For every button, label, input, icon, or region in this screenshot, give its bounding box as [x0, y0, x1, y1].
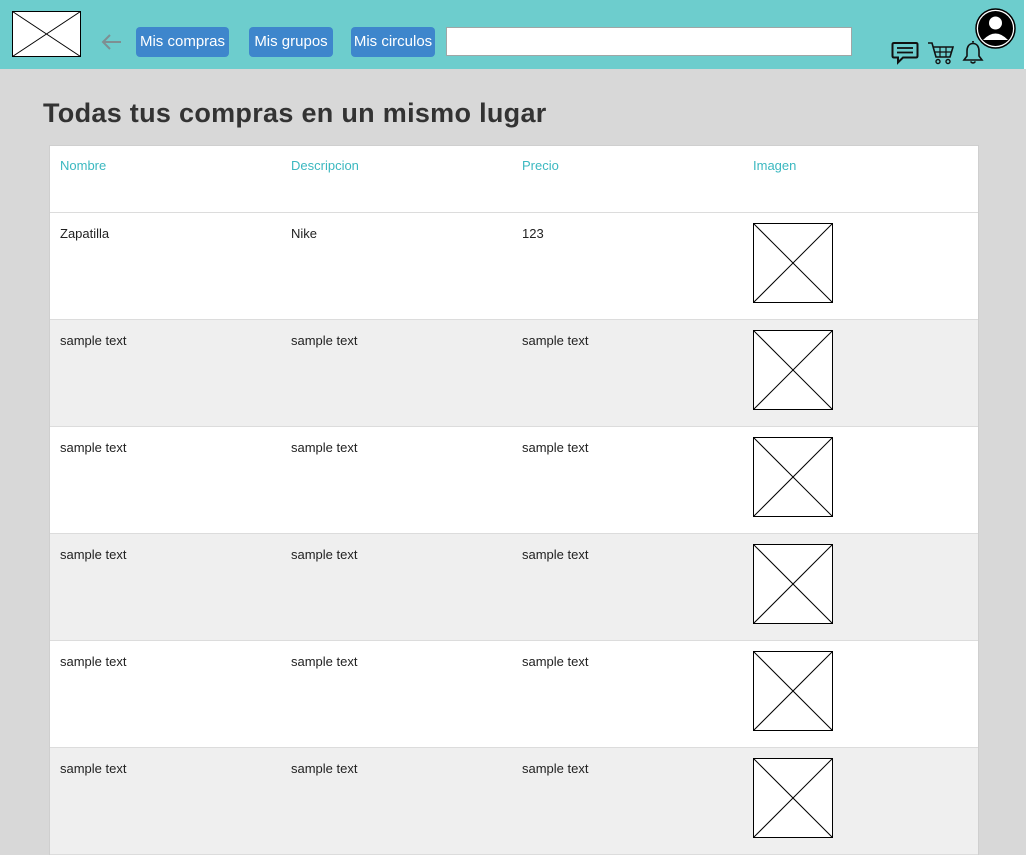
search-input[interactable] [446, 27, 852, 56]
table-header-row: Nombre Descripcion Precio Imagen [50, 146, 978, 213]
table-row[interactable]: sample text sample text sample text [50, 748, 978, 855]
cell-precio: sample text [522, 333, 589, 348]
table-row[interactable]: sample text sample text sample text [50, 320, 978, 427]
table-row[interactable]: sample text sample text sample text [50, 641, 978, 748]
cell-nombre: sample text [60, 761, 127, 776]
table-row[interactable]: sample text sample text sample text [50, 534, 978, 641]
logo-placeholder-icon [12, 11, 81, 57]
cell-nombre: Zapatilla [60, 226, 110, 241]
image-placeholder-icon[interactable] [753, 223, 833, 303]
cell-descripcion: sample text [291, 761, 358, 776]
cell-descripcion: Nike [291, 226, 318, 241]
cell-descripcion: sample text [291, 654, 358, 669]
image-placeholder-icon[interactable] [753, 544, 833, 624]
table-row[interactable]: sample text sample text sample text [50, 427, 978, 534]
top-navigation-bar: Mis compras Mis grupos Mis circulos [0, 0, 1026, 69]
cell-nombre: sample text [60, 654, 127, 669]
chat-icon[interactable] [891, 41, 919, 65]
cell-descripcion: sample text [291, 440, 358, 455]
cell-nombre: sample text [60, 333, 127, 348]
cell-descripcion: sample text [291, 547, 358, 562]
image-placeholder-icon[interactable] [753, 330, 833, 410]
table-row[interactable]: Zapatilla Nike 123 [50, 213, 978, 320]
column-header-descripcion: Descripcion [291, 158, 359, 173]
cell-precio: sample text [522, 440, 589, 455]
column-header-imagen: Imagen [753, 158, 797, 173]
mis-grupos-button[interactable]: Mis grupos [249, 27, 333, 57]
image-placeholder-icon[interactable] [753, 651, 833, 731]
column-header-nombre: Nombre [60, 158, 107, 173]
cart-icon[interactable] [927, 41, 954, 65]
column-header-precio: Precio [522, 158, 559, 173]
cell-precio: sample text [522, 654, 589, 669]
cell-descripcion: sample text [291, 333, 358, 348]
cell-precio: 123 [522, 226, 544, 241]
mis-circulos-button[interactable]: Mis circulos [351, 27, 435, 57]
purchases-table: Nombre Descripcion Precio Imagen Zapatil… [49, 145, 979, 855]
mis-compras-button[interactable]: Mis compras [136, 27, 229, 57]
cell-nombre: sample text [60, 547, 127, 562]
user-avatar-icon[interactable] [975, 8, 1016, 49]
back-arrow-icon[interactable] [99, 29, 125, 55]
image-placeholder-icon[interactable] [753, 437, 833, 517]
cell-precio: sample text [522, 547, 589, 562]
image-placeholder-icon[interactable] [753, 758, 833, 838]
cell-nombre: sample text [60, 440, 127, 455]
page-title: Todas tus compras en un mismo lugar [43, 98, 547, 128]
cell-precio: sample text [522, 761, 589, 776]
